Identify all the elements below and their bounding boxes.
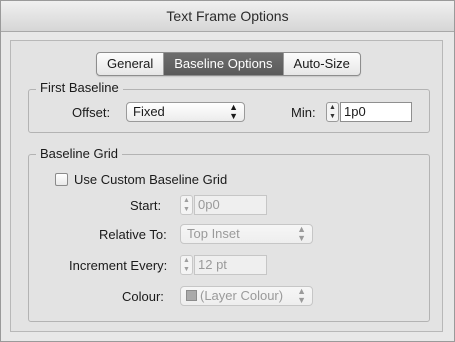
tab-auto-size[interactable]: Auto-Size	[284, 53, 360, 75]
relative-to-value: Top Inset	[187, 226, 240, 241]
start-field[interactable]: 0p0	[194, 195, 267, 215]
colour-select[interactable]: (Layer Colour) ▲ ▼	[180, 286, 313, 306]
select-arrows-icon: ▲ ▼	[297, 286, 306, 305]
offset-select[interactable]: Fixed ▲ ▼	[126, 102, 245, 122]
use-custom-baseline-grid-checkbox[interactable]	[55, 173, 68, 186]
tab-bar: General Baseline Options Auto-Size	[96, 52, 361, 76]
relative-to-label: Relative To:	[99, 227, 167, 242]
relative-to-select[interactable]: Top Inset ▲ ▼	[180, 224, 313, 244]
min-field[interactable]: 1p0	[340, 102, 412, 122]
window-title: Text Frame Options	[1, 1, 454, 32]
colour-label: Colour:	[122, 289, 164, 304]
use-custom-baseline-grid-label: Use Custom Baseline Grid	[74, 172, 228, 187]
min-stepper[interactable]: ▲ ▼	[326, 102, 339, 122]
offset-label: Offset:	[72, 105, 111, 120]
start-label: Start:	[130, 198, 162, 213]
colour-select-value: (Layer Colour)	[200, 288, 284, 303]
increment-field[interactable]: 12 pt	[194, 255, 267, 275]
first-baseline-title: First Baseline	[36, 80, 123, 95]
increment-every-label: Increment Every:	[69, 258, 168, 273]
increment-stepper[interactable]: ▲ ▼	[180, 255, 193, 275]
start-stepper[interactable]: ▲ ▼	[180, 195, 193, 215]
layer-colour-swatch-icon	[186, 290, 197, 301]
select-arrows-icon: ▲ ▼	[297, 224, 306, 243]
offset-select-value: Fixed	[133, 104, 165, 119]
min-label: Min:	[291, 105, 316, 120]
tab-general[interactable]: General	[97, 53, 165, 75]
select-arrows-icon: ▲ ▼	[229, 102, 238, 121]
baseline-grid-title: Baseline Grid	[36, 146, 123, 161]
tab-baseline-options[interactable]: Baseline Options	[164, 53, 284, 75]
